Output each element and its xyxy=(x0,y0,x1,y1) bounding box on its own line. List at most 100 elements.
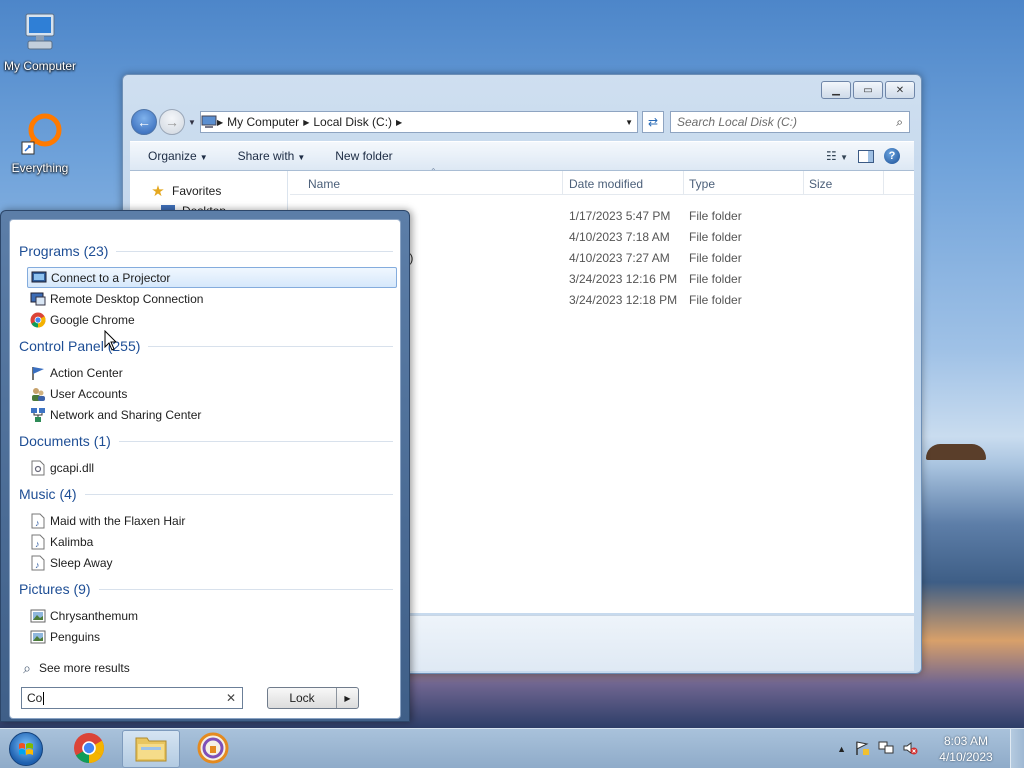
group-programs[interactable]: Programs (23) xyxy=(19,243,393,259)
result-label: Penguins xyxy=(50,629,101,644)
chevron-down-icon: ▼ xyxy=(840,153,848,162)
organize-button[interactable]: Organize ▼ xyxy=(130,149,220,163)
result-connect-to-projector[interactable]: Connect to a Projector xyxy=(27,267,397,288)
group-documents[interactable]: Documents (1) xyxy=(19,433,393,449)
back-button[interactable]: ← xyxy=(131,109,157,135)
file-type: File folder xyxy=(689,293,742,307)
breadcrumb-my-computer[interactable]: My Computer xyxy=(223,115,303,129)
network-status-icon[interactable] xyxy=(878,740,894,759)
details-view-icon: ☷ xyxy=(825,149,837,163)
lock-button-group: Lock ▶ xyxy=(267,687,359,709)
taskbar-chrome-button[interactable] xyxy=(60,730,118,768)
result-action-center[interactable]: Action Center xyxy=(27,362,397,383)
system-tray: ▲ 8:03 AM 4/10/2023 xyxy=(833,729,1024,768)
picture-file-icon xyxy=(30,629,46,645)
address-bar-row: ← → ▼ ▶ My Computer ▶ Local Disk (C:) ▶ … xyxy=(131,107,913,137)
recent-pages-button[interactable]: ▼ xyxy=(186,118,198,127)
result-sleep-away[interactable]: ♪ Sleep Away xyxy=(27,552,397,573)
result-network-sharing-center[interactable]: Network and Sharing Center xyxy=(27,404,397,425)
close-icon: ✕ xyxy=(895,84,905,96)
result-user-accounts[interactable]: User Accounts xyxy=(27,383,397,404)
lock-button[interactable]: Lock xyxy=(268,688,336,708)
help-icon[interactable]: ? xyxy=(884,148,900,164)
file-date: 4/10/2023 7:18 AM xyxy=(569,230,670,244)
taskbar-explorer-button[interactable] xyxy=(122,730,180,768)
start-button[interactable] xyxy=(4,729,48,768)
group-music[interactable]: Music (4) xyxy=(19,486,393,502)
star-icon: ★ xyxy=(151,183,165,200)
clock[interactable]: 8:03 AM 4/10/2023 xyxy=(922,733,1010,765)
shutdown-options-button[interactable]: ▶ xyxy=(336,688,358,708)
maximize-button[interactable]: ▭ xyxy=(853,81,883,99)
file-type: File folder xyxy=(689,209,742,223)
address-bar[interactable]: ▶ My Computer ▶ Local Disk (C:) ▶ ▼ xyxy=(200,111,638,133)
breadcrumb-local-disk[interactable]: Local Disk (C:) xyxy=(309,115,396,129)
forward-button[interactable]: → xyxy=(159,109,185,135)
new-folder-button[interactable]: New folder xyxy=(317,149,404,163)
network-icon xyxy=(30,407,46,423)
chevron-right-icon[interactable]: ▶ xyxy=(396,118,402,127)
search-icon[interactable]: ⌕ xyxy=(896,115,903,130)
result-label: Connect to a Projector xyxy=(51,270,171,285)
svg-text:♪: ♪ xyxy=(35,539,40,549)
minimize-button[interactable]: ▁ xyxy=(821,81,851,99)
start-menu: Programs (23) Connect to a Projector Rem… xyxy=(0,210,410,722)
share-with-button[interactable]: Share with ▼ xyxy=(220,149,318,163)
action-center-flag-icon[interactable] xyxy=(854,740,870,759)
result-google-chrome[interactable]: Google Chrome xyxy=(27,309,397,330)
shield-lock-icon xyxy=(197,732,229,767)
group-title: Programs (23) xyxy=(19,243,109,259)
column-name[interactable]: Name xyxy=(308,177,340,191)
column-size[interactable]: Size xyxy=(809,177,832,191)
group-control-panel[interactable]: Control Panel (255) xyxy=(19,338,393,354)
taskbar-vpn-app-button[interactable] xyxy=(184,730,242,768)
refresh-button[interactable]: ⇄ xyxy=(642,111,664,133)
result-penguins[interactable]: Penguins xyxy=(27,626,397,647)
show-desktop-button[interactable] xyxy=(1010,729,1024,768)
windows-logo-icon xyxy=(9,732,43,766)
result-chrysanthemum[interactable]: Chrysanthemum xyxy=(27,605,397,626)
result-maid-flaxen-hair[interactable]: ♪ Maid with the Flaxen Hair xyxy=(27,510,397,531)
text-caret xyxy=(43,692,45,706)
file-date: 3/24/2023 12:18 PM xyxy=(569,293,678,307)
forward-arrow-icon: → xyxy=(165,114,179,130)
start-search-input[interactable]: Co ✕ xyxy=(21,687,243,709)
file-date: 4/10/2023 7:27 AM xyxy=(569,251,670,265)
desktop-icon-my-computer[interactable]: My Computer xyxy=(0,10,80,73)
music-file-icon: ♪ xyxy=(30,534,46,550)
desktop-icon-label: Everything xyxy=(11,161,69,175)
chevron-down-icon: ▼ xyxy=(199,153,208,162)
group-title: Control Panel (255) xyxy=(19,338,141,354)
column-date-modified[interactable]: Date modified xyxy=(569,177,643,191)
show-hidden-icons-button[interactable]: ▲ xyxy=(837,744,846,754)
nav-item-favorites[interactable]: ★ Favorites xyxy=(150,183,221,200)
result-kalimba[interactable]: ♪ Kalimba xyxy=(27,531,397,552)
result-remote-desktop-connection[interactable]: Remote Desktop Connection xyxy=(27,288,397,309)
chrome-icon xyxy=(73,732,105,767)
result-gcapi-dll[interactable]: gcapi.dll xyxy=(27,457,397,478)
file-type: File folder xyxy=(689,230,742,244)
volume-muted-icon[interactable] xyxy=(902,740,918,759)
desktop-icon-everything[interactable]: Everything xyxy=(0,112,80,175)
group-title: Music (4) xyxy=(19,486,77,502)
result-label: Maid with the Flaxen Hair xyxy=(50,513,186,528)
group-pictures[interactable]: Pictures (9) xyxy=(19,581,393,597)
clear-search-icon[interactable]: ✕ xyxy=(226,691,236,705)
result-label: Network and Sharing Center xyxy=(50,407,202,422)
search-box[interactable]: Search Local Disk (C:) ⌕ xyxy=(670,111,910,133)
preview-pane-icon[interactable] xyxy=(858,149,874,163)
column-headers: Name ⌃ Date modified Type Size xyxy=(290,167,914,195)
search-icon: ⌕ xyxy=(23,659,31,676)
result-label: gcapi.dll xyxy=(50,460,95,475)
view-options-button[interactable]: ☷ ▼ xyxy=(826,149,848,163)
see-more-results-link[interactable]: ⌕ See more results xyxy=(19,660,130,676)
everything-icon xyxy=(0,112,80,159)
chevron-right-icon: ▶ xyxy=(344,693,351,703)
search-input-value: Co xyxy=(27,691,43,705)
group-title: Documents (1) xyxy=(19,433,111,449)
address-dropdown-icon[interactable]: ▼ xyxy=(625,118,633,127)
column-type[interactable]: Type xyxy=(689,177,715,191)
close-button[interactable]: ✕ xyxy=(885,81,915,99)
share-with-label: Share with xyxy=(237,149,295,163)
group-title: Pictures (9) xyxy=(19,581,91,597)
